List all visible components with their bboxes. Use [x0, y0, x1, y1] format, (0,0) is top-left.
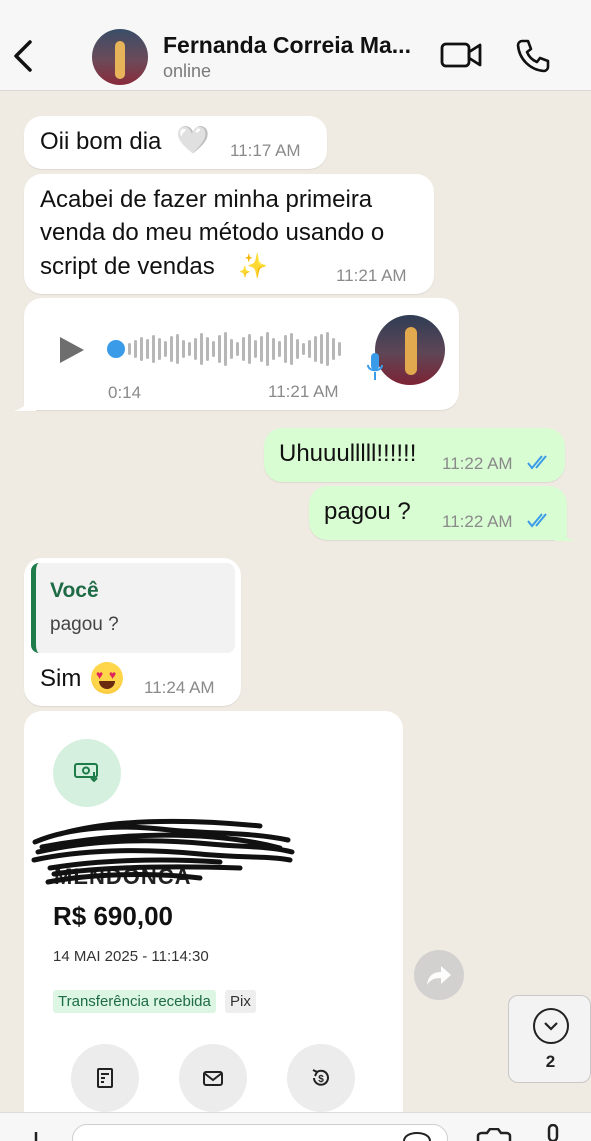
pix-tag: Pix: [225, 990, 256, 1013]
money-received-icon: [74, 763, 98, 782]
voice-duration: 0:14: [108, 383, 142, 402]
read-receipt-icon: [527, 513, 547, 528]
message-time: 11:22 AM: [442, 454, 513, 473]
bubble-tail: [14, 396, 36, 411]
message-line: Acabei de fazer minha primeira: [40, 186, 373, 213]
playback-scrubber[interactable]: [107, 340, 125, 358]
message-text: pagou ?: [324, 498, 411, 525]
quoted-text: pagou ?: [50, 614, 119, 635]
refund-button[interactable]: $: [287, 1044, 355, 1112]
unread-count: 2: [545, 1052, 556, 1071]
message-line: venda do meu método usando o: [40, 219, 385, 246]
heart-eyes-emoji: ♥ ♥: [91, 662, 123, 694]
message-line: script de vendas: [40, 253, 215, 280]
audio-waveform[interactable]: [128, 330, 350, 368]
message-input[interactable]: [72, 1124, 448, 1141]
read-receipt-icon: [527, 455, 547, 470]
receipt-details-button[interactable]: [71, 1044, 139, 1112]
chevron-down-icon: [544, 1022, 558, 1031]
message-time: 11:21 AM: [336, 266, 407, 285]
email-receipt-button[interactable]: [179, 1044, 247, 1112]
white-heart-emoji: 🤍: [176, 125, 210, 155]
chevron-down-circle: [533, 1008, 569, 1044]
scroll-to-bottom-button[interactable]: 2: [508, 995, 591, 1083]
microphone-button-icon[interactable]: [543, 1124, 563, 1141]
transfer-received-tag: Transferência recebida: [53, 990, 216, 1013]
camera-icon[interactable]: [474, 1128, 514, 1141]
envelope-icon: [203, 1071, 223, 1086]
message-text: Oii bom dia: [40, 128, 162, 155]
contact-avatar[interactable]: [92, 29, 148, 85]
sender-avatar: [375, 315, 445, 385]
play-button[interactable]: [60, 337, 84, 363]
message-time: 11:24 AM: [144, 678, 215, 697]
back-arrow-icon[interactable]: [10, 38, 38, 74]
refund-icon: $: [312, 1069, 329, 1086]
redaction-scribble: [31, 818, 295, 885]
phone-call-icon[interactable]: [515, 38, 551, 74]
contact-status: online: [163, 61, 212, 81]
video-call-icon[interactable]: [440, 40, 482, 70]
forward-button[interactable]: [414, 950, 464, 1000]
plus-icon[interactable]: [26, 1128, 46, 1141]
message-text: Sim: [40, 665, 82, 692]
receipt-icon: [97, 1068, 113, 1088]
bubble-tail: [555, 526, 575, 541]
message-time: 11:17 AM: [230, 141, 301, 160]
message-time: 11:21 AM: [268, 382, 339, 401]
payment-amount: R$ 690,00: [53, 901, 173, 931]
payment-datetime: 14 MAI 2025 - 11:14:30: [53, 948, 209, 965]
forward-arrow-icon: [427, 966, 451, 985]
sparkles-emoji: ✨: [238, 253, 268, 280]
quoted-author: Você: [50, 579, 99, 602]
message-time: 11:22 AM: [442, 512, 513, 531]
message-text: Uhuuulllll!!!!!!: [279, 440, 417, 467]
sticker-icon[interactable]: [402, 1132, 432, 1141]
contact-name[interactable]: Fernanda Correia Ma...: [163, 32, 411, 59]
quoted-message[interactable]: [31, 563, 235, 653]
svg-text:$: $: [318, 1074, 324, 1085]
microphone-icon: [367, 353, 383, 380]
